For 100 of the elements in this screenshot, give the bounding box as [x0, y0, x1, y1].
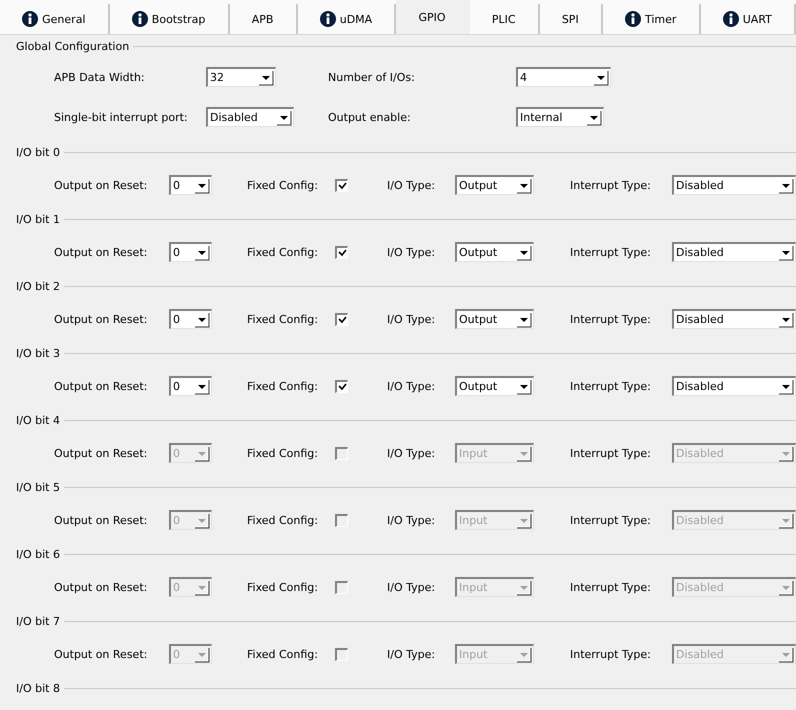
- dropdown[interactable]: Disabled: [672, 309, 796, 329]
- tab[interactable]: uDMA: [298, 4, 396, 34]
- field-label: I/O Type:: [387, 246, 436, 258]
- group-title: I/O bit 4: [16, 414, 60, 426]
- dropdown[interactable]: 0: [169, 175, 212, 195]
- dropdown[interactable]: 0: [169, 242, 212, 262]
- tab[interactable]: Bootstrap: [110, 4, 230, 34]
- group-title: I/O bit 7: [16, 614, 60, 628]
- dropdown-arrow-icon: [516, 312, 532, 328]
- field-label: I/O Type:: [387, 514, 436, 526]
- field-label: Number of I/Os:: [328, 70, 416, 84]
- info-icon: [132, 11, 148, 27]
- dropdown-arrow-icon: [778, 580, 794, 596]
- dropdown-arrow-icon: [516, 446, 532, 462]
- dropdown-arrow-icon: [194, 178, 210, 194]
- tab[interactable]: APB: [230, 4, 298, 34]
- info-icon: [22, 11, 38, 27]
- dropdown-arrow-icon: [194, 512, 210, 528]
- dropdown-arrow-icon: [778, 312, 794, 328]
- dropdown-arrow-icon: [778, 378, 794, 394]
- field-label: Single-bit interrupt port:: [54, 110, 189, 124]
- dropdown-arrow-icon: [516, 512, 532, 528]
- tab[interactable]: UART: [700, 4, 796, 34]
- dropdown-arrow-icon: [194, 312, 210, 328]
- field-label: Interrupt Type:: [570, 246, 652, 258]
- dropdown[interactable]: Output: [455, 175, 534, 195]
- dropdown[interactable]: 4: [516, 67, 611, 87]
- dropdown[interactable]: Disabled: [672, 242, 796, 262]
- dropdown-arrow-icon: [194, 580, 210, 596]
- dropdown[interactable]: 0: [169, 376, 212, 396]
- dropdown-arrow-icon: [586, 110, 602, 126]
- dropdown-arrow-icon: [516, 178, 532, 194]
- field-label: Interrupt Type:: [570, 380, 652, 392]
- group-title: I/O bit 2: [16, 280, 60, 292]
- field-label: I/O Type:: [387, 580, 436, 594]
- field-label: Fixed Config:: [247, 446, 320, 460]
- checkbox[interactable]: [335, 312, 348, 326]
- dropdown-arrow-icon: [516, 378, 532, 394]
- field-label: Output on Reset:: [54, 312, 148, 326]
- dropdown-arrow-icon: [778, 178, 794, 194]
- group-title: I/O bit 0: [16, 146, 60, 158]
- info-icon: [625, 11, 641, 27]
- dropdown[interactable]: Disabled: [672, 376, 796, 396]
- dropdown-arrow-icon: [258, 70, 274, 86]
- dropdown-arrow-icon: [516, 244, 532, 260]
- group-title: I/O bit 1: [16, 212, 60, 226]
- dropdown[interactable]: Disabled: [672, 175, 796, 195]
- dropdown-arrow-icon: [516, 646, 532, 662]
- field-label: Fixed Config:: [247, 648, 320, 660]
- dropdown-arrow-icon: [194, 446, 210, 462]
- dropdown[interactable]: Disabled: [206, 107, 294, 127]
- checkbox[interactable]: [335, 178, 348, 192]
- dropdown-arrow-icon: [276, 110, 292, 126]
- dropdown-arrow-icon: [194, 646, 210, 662]
- group-title: Global Configuration: [16, 40, 130, 52]
- field-label: Fixed Config:: [247, 312, 320, 326]
- dropdown[interactable]: 32: [206, 67, 276, 87]
- field-label: Interrupt Type:: [570, 312, 652, 326]
- checkbox[interactable]: [335, 380, 348, 392]
- tab[interactable]: SPI: [540, 4, 603, 34]
- field-label: APB Data Width:: [54, 70, 146, 84]
- field-label: Fixed Config:: [247, 580, 320, 594]
- field-label: Interrupt Type:: [570, 178, 652, 192]
- dropdown-arrow-icon: [516, 580, 532, 596]
- field-label: Interrupt Type:: [570, 648, 652, 660]
- field-label: Fixed Config:: [247, 178, 320, 192]
- field-label: I/O Type:: [387, 380, 436, 392]
- field-label: Fixed Config:: [247, 246, 320, 258]
- field-label: Output on Reset:: [54, 178, 148, 192]
- info-icon: [320, 11, 336, 27]
- dropdown[interactable]: 0: [169, 309, 212, 329]
- field-label: Output enable:: [328, 110, 412, 124]
- dropdown[interactable]: Output: [455, 242, 534, 262]
- dropdown-arrow-icon: [778, 446, 794, 462]
- field-label: I/O Type:: [387, 648, 436, 660]
- group-title: I/O bit 3: [16, 346, 60, 360]
- dropdown-arrow-icon: [778, 244, 794, 260]
- field-label: Interrupt Type:: [570, 446, 652, 460]
- tab[interactable]: GPIO: [396, 0, 470, 34]
- field-label: Output on Reset:: [54, 380, 148, 392]
- field-label: Output on Reset:: [54, 246, 148, 258]
- group-title: I/O bit 5: [16, 480, 60, 494]
- dropdown-arrow-icon: [194, 378, 210, 394]
- dropdown[interactable]: Output: [455, 376, 534, 396]
- tab[interactable]: PLIC: [470, 4, 540, 34]
- dropdown[interactable]: Output: [455, 309, 534, 329]
- field-label: Output on Reset:: [54, 446, 148, 460]
- dropdown-arrow-icon: [778, 512, 794, 528]
- field-label: Fixed Config:: [247, 514, 320, 526]
- field-label: I/O Type:: [387, 178, 436, 192]
- group-title: I/O bit 6: [16, 548, 60, 560]
- field-label: I/O Type:: [387, 312, 436, 326]
- field-label: Interrupt Type:: [570, 514, 652, 526]
- checkbox[interactable]: [335, 246, 348, 258]
- info-icon: [722, 11, 739, 27]
- dropdown-arrow-icon: [194, 244, 210, 260]
- field-label: I/O Type:: [387, 446, 436, 460]
- field-label: Fixed Config:: [247, 380, 320, 392]
- dropdown[interactable]: Internal: [516, 107, 604, 127]
- group-title: I/O bit 8: [16, 682, 60, 694]
